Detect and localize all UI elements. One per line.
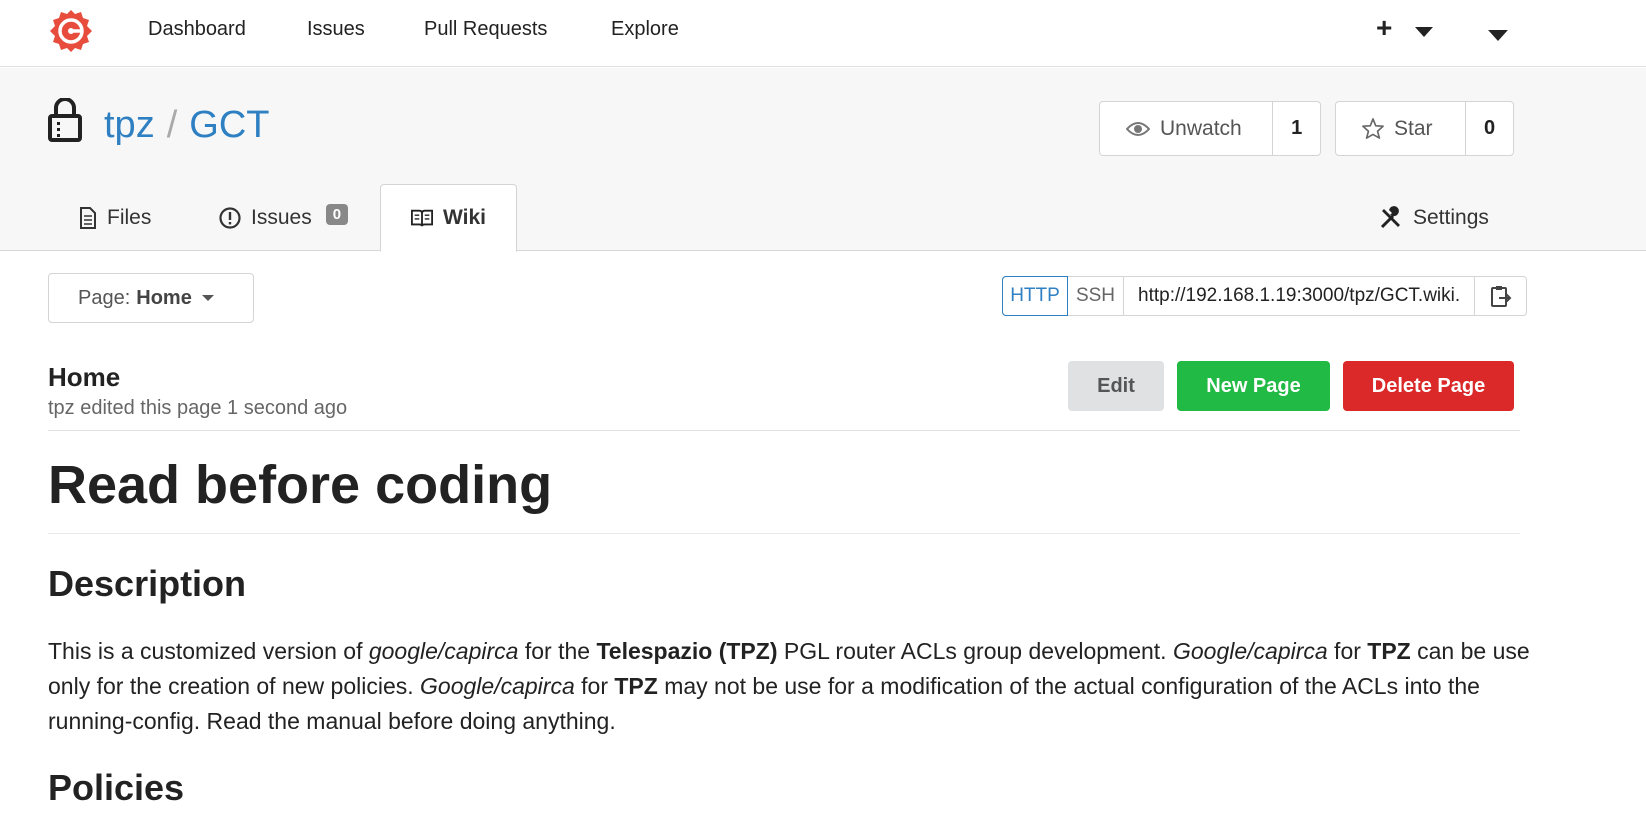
nav-pull-requests[interactable]: Pull Requests [424, 18, 547, 41]
http-button[interactable]: HTTP [1002, 276, 1068, 316]
wiki-title: Read before coding [48, 455, 553, 515]
caret-down-icon [201, 295, 214, 301]
page-selector-prefix: Page: [78, 286, 131, 309]
tab-settings-label: Settings [1413, 205, 1489, 229]
edit-button[interactable]: Edit [1068, 361, 1164, 411]
top-nav: Dashboard Issues Pull Requests Explore + [0, 0, 1646, 67]
page-edit-meta: tpz edited this page 1 second ago [48, 397, 348, 419]
repo-name-link[interactable]: GCT [189, 104, 269, 146]
user-menu-caret-icon[interactable] [1488, 30, 1508, 41]
star-button-group: Star 0 [1335, 101, 1514, 156]
file-icon [80, 206, 96, 229]
ssh-button[interactable]: SSH [1068, 277, 1124, 315]
star-icon [1362, 118, 1384, 139]
unwatch-button[interactable]: Unwatch [1100, 102, 1274, 155]
caret-down-icon[interactable] [1415, 27, 1433, 37]
clipboard-icon [1490, 286, 1511, 307]
tools-icon [1380, 205, 1400, 228]
watch-count[interactable]: 1 [1273, 102, 1320, 155]
tab-wiki[interactable]: Wiki [380, 184, 517, 252]
gitea-logo[interactable] [48, 8, 94, 54]
description-paragraph: This is a customized version of google/c… [48, 638, 1530, 734]
divider [48, 533, 1520, 534]
nav-issues[interactable]: Issues [307, 18, 365, 41]
watch-button-group: Unwatch 1 [1099, 101, 1321, 156]
heading-policies: Policies [48, 767, 185, 808]
tab-issues-label: Issues [251, 205, 312, 229]
book-icon [411, 209, 434, 227]
copy-url-button[interactable] [1475, 277, 1526, 315]
issues-count-badge: 0 [325, 204, 349, 225]
star-count[interactable]: 0 [1466, 102, 1513, 155]
repo-header: tpz / GCT Unwatch 1 Star 0 Files Issues 0 … [0, 68, 1646, 252]
new-page-button[interactable]: New Page [1177, 361, 1330, 411]
heading-description: Description [48, 563, 247, 604]
tab-issues[interactable]: Issues 0 [219, 184, 349, 251]
repo-owner-link[interactable]: tpz [104, 104, 155, 146]
issue-icon [219, 206, 241, 229]
lock-icon [48, 98, 82, 142]
repo-separator: / [166, 104, 178, 146]
eye-icon [1126, 121, 1150, 136]
nav-explore[interactable]: Explore [611, 18, 679, 41]
clone-url-box: HTTP SSH [1002, 276, 1527, 316]
star-button[interactable]: Star [1336, 102, 1466, 155]
tab-wiki-label: Wiki [443, 206, 486, 229]
tab-files[interactable]: Files [79, 184, 151, 251]
page-selector-dropdown[interactable]: Page: Home [48, 273, 254, 323]
divider [48, 430, 1520, 431]
page-name: Home [48, 362, 121, 392]
tab-files-label: Files [107, 205, 152, 229]
nav-dashboard[interactable]: Dashboard [148, 18, 246, 41]
plus-icon[interactable]: + [1376, 12, 1392, 44]
clone-url-input[interactable] [1124, 277, 1475, 315]
page-selector-value: Home [136, 286, 192, 309]
star-label: Star [1394, 116, 1433, 140]
repo-title: tpz / GCT [104, 104, 269, 147]
tab-settings[interactable]: Settings [1379, 184, 1489, 251]
delete-page-button[interactable]: Delete Page [1343, 361, 1514, 411]
unwatch-label: Unwatch [1160, 116, 1242, 140]
